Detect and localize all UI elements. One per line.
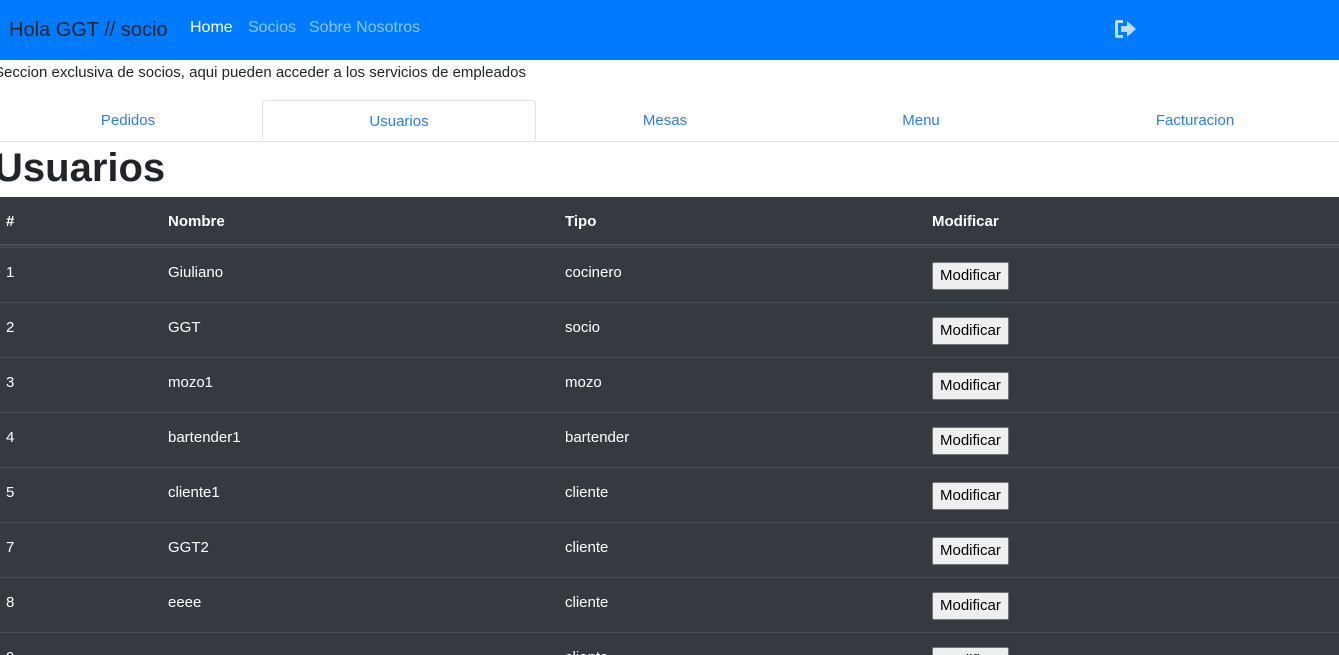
users-table: # Nombre Tipo Modificar 1 Giuliano cociner… [0, 197, 1339, 655]
table-header: # Nombre Tipo Modificar [0, 197, 1339, 246]
nav-link-sobre-nosotros[interactable]: Sobre Nosotros [309, 19, 420, 37]
modificar-button[interactable]: Modificar [932, 537, 1009, 565]
modificar-button[interactable]: Modificar [932, 262, 1009, 290]
row-id: 2 [6, 319, 15, 336]
sign-out-icon[interactable] [1114, 18, 1138, 40]
table-row: 5 cliente1 cliente Modificar [0, 467, 1339, 522]
table-row: 8 eeee cliente Modificar [0, 577, 1339, 632]
row-tipo: cocinero [565, 264, 622, 281]
row-id: 5 [6, 484, 15, 501]
header-tipo: Tipo [565, 213, 597, 230]
tab-usuarios[interactable]: Usuarios [262, 100, 536, 140]
row-nombre: eeee [168, 594, 202, 611]
row-id: 7 [6, 539, 15, 556]
nav-link-socios[interactable]: Socios [248, 19, 296, 37]
modificar-button[interactable]: Modificar [932, 647, 1009, 655]
page-title: Usuarios [0, 146, 166, 190]
header-nombre: Nombre [168, 213, 225, 230]
top-navbar: Hola GGT // socio Home Socios Sobre Noso… [0, 0, 1339, 60]
row-id: 4 [6, 429, 15, 446]
row-id: 9 [6, 649, 14, 655]
row-id: 8 [6, 594, 15, 611]
row-nombre: GGT2 [168, 539, 209, 556]
tab-mesas[interactable]: Mesas [536, 100, 794, 140]
nav-link-home[interactable]: Home [190, 19, 233, 37]
row-id: 3 [6, 374, 15, 391]
row-nombre: GGT [168, 319, 201, 336]
table-row: 2 GGT socio Modificar [0, 302, 1339, 357]
row-tipo: socio [565, 319, 601, 336]
modificar-button[interactable]: Modificar [932, 482, 1009, 510]
navbar-brand[interactable]: Hola GGT // socio [9, 19, 168, 42]
table-row: 4 bartender1 bartender Modificar [0, 412, 1339, 467]
modificar-button[interactable]: Modificar [932, 427, 1009, 455]
header-modificar: Modificar [932, 213, 999, 230]
modificar-button[interactable]: Modificar [932, 592, 1009, 620]
table-row: 7 GGT2 cliente Modificar [0, 522, 1339, 577]
row-tipo: cliente [565, 594, 609, 611]
row-tipo: cliente [565, 539, 609, 556]
row-nombre: mozo1 [168, 374, 214, 391]
table-row: 9 cliente Modificar [0, 632, 1339, 655]
intro-text: Seccion exclusiva de socios, aqui pueden… [0, 64, 526, 81]
row-nombre: bartender1 [168, 429, 241, 446]
row-id: 1 [6, 264, 15, 281]
row-tipo: mozo [565, 374, 602, 391]
table-row: 1 Giuliano cocinero Modificar [0, 247, 1339, 302]
tab-facturacion[interactable]: Facturacion [1048, 100, 1339, 140]
modificar-button[interactable]: Modificar [932, 372, 1009, 400]
modificar-button[interactable]: Modificar [932, 317, 1009, 345]
row-nombre: cliente1 [168, 484, 220, 501]
header-id: # [6, 213, 15, 230]
tab-menu[interactable]: Menu [794, 100, 1048, 140]
table-row: 3 mozo1 mozo Modificar [0, 357, 1339, 412]
row-nombre: Giuliano [168, 264, 224, 281]
row-tipo: cliente [565, 484, 609, 501]
tab-pedidos[interactable]: Pedidos [0, 100, 256, 140]
row-tipo: bartender [565, 429, 630, 446]
section-tabs: Pedidos Usuarios Mesas Menu Facturacion [0, 100, 1339, 142]
row-tipo: cliente [565, 649, 608, 655]
